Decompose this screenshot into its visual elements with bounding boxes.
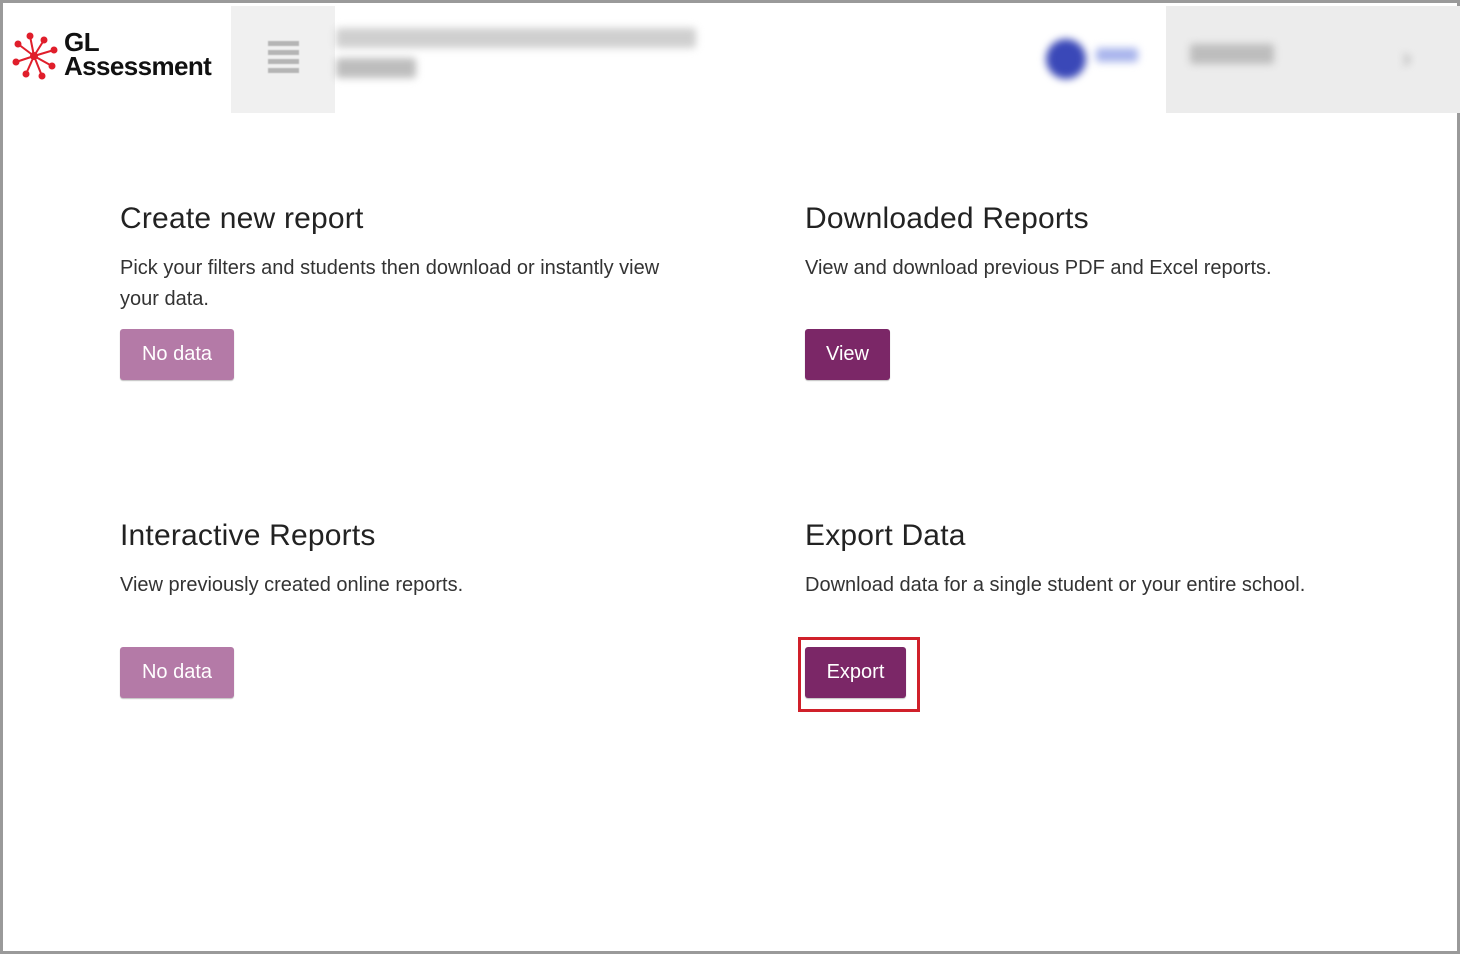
- hamburger-icon: [268, 41, 299, 75]
- user-name-redacted[interactable]: [1096, 48, 1138, 62]
- interactive-reports-description: View previously created online reports.: [120, 574, 464, 596]
- interactive-reports-card: Interactive Reports View previously crea…: [120, 518, 680, 601]
- logo-wordmark: GL Assessment: [64, 29, 212, 81]
- user-avatar[interactable]: [1046, 39, 1086, 79]
- create-report-card: Create new report Pick your filters and …: [120, 201, 680, 315]
- gl-assessment-logo[interactable]: GL Assessment: [6, 6, 231, 113]
- export-data-title: Export Data: [805, 519, 966, 552]
- export-data-description: Download data for a single student or yo…: [805, 574, 1306, 596]
- app-frame: GL Assessment › Create new report Pick y: [0, 0, 1460, 954]
- starburst-logo-icon: [12, 32, 58, 80]
- chevron-right-icon: ›: [1402, 42, 1412, 73]
- interactive-reports-no-data-button[interactable]: No data: [120, 647, 234, 698]
- header-title-redacted: [336, 28, 696, 78]
- downloaded-reports-card: Downloaded Reports View and download pre…: [805, 201, 1405, 284]
- school-name-redacted: [1190, 44, 1274, 64]
- school-selector[interactable]: ›: [1166, 6, 1460, 113]
- create-report-title: Create new report: [120, 202, 364, 235]
- export-data-card: Export Data Download data for a single s…: [805, 518, 1425, 601]
- logo-line-2: Assessment: [64, 51, 212, 81]
- top-bar: GL Assessment ›: [6, 6, 1460, 113]
- downloaded-reports-title: Downloaded Reports: [805, 202, 1089, 235]
- downloaded-reports-description: View and download previous PDF and Excel…: [805, 257, 1272, 279]
- create-report-no-data-button[interactable]: No data: [120, 329, 234, 380]
- view-button[interactable]: View: [805, 329, 890, 380]
- create-report-description: Pick your filters and students then down…: [120, 257, 660, 310]
- export-highlight-box: [798, 637, 920, 712]
- interactive-reports-title: Interactive Reports: [120, 519, 376, 552]
- hamburger-menu-button[interactable]: [231, 6, 335, 113]
